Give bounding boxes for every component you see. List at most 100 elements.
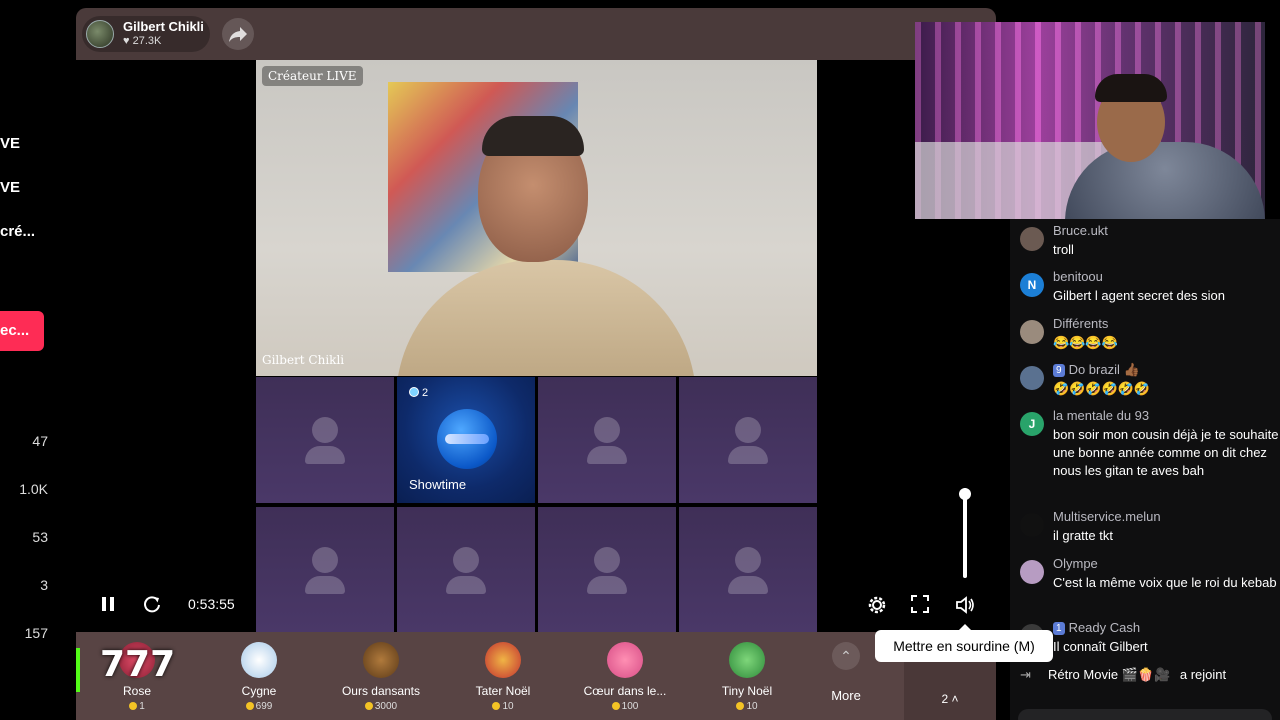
coin-icon <box>245 702 254 710</box>
chat-text: 😂😂😂😂 <box>1053 335 1118 350</box>
host-likes: ♥ 27.3K <box>123 35 161 47</box>
chat-avatar[interactable] <box>1020 560 1044 584</box>
person-silhouette-icon <box>728 446 768 464</box>
guest-slot-showtime[interactable]: 2 Showtime <box>397 377 535 503</box>
share-button[interactable] <box>222 18 254 50</box>
sidebar-action-button[interactable]: ec... <box>0 311 44 351</box>
guest-slot-empty[interactable] <box>679 377 817 503</box>
chat-avatar[interactable] <box>1020 513 1044 537</box>
person-silhouette-icon <box>735 417 761 443</box>
chat-username[interactable]: 9 Do brazil 👍🏾 <box>1053 362 1140 378</box>
chat-username-text: Olympe <box>1053 556 1098 571</box>
streamer-camera <box>915 22 1265 219</box>
pause-icon <box>102 597 114 611</box>
sidebar-line-1[interactable]: VE <box>0 135 20 152</box>
chevron-up-icon: ˄ <box>948 692 959 706</box>
volume-button[interactable] <box>954 594 976 622</box>
gift-price: 100 <box>570 701 680 712</box>
chat-text: 🤣🤣🤣🤣🤣🤣 <box>1053 381 1151 396</box>
guest-slot-empty[interactable] <box>256 507 394 633</box>
person-silhouette-icon <box>305 446 345 464</box>
gift-item[interactable]: Tiny Noël 10 <box>692 642 802 712</box>
cam-person-hair <box>1095 74 1167 102</box>
chat-username[interactable]: Olympe <box>1053 556 1098 571</box>
gift-price-value: 699 <box>255 701 273 712</box>
guest-badge-count: 2 <box>422 387 429 399</box>
level-badge: 1 <box>1053 622 1065 635</box>
chat-username[interactable]: 1 Ready Cash <box>1053 620 1140 635</box>
chat-username[interactable]: Multiservice.melun <box>1053 509 1161 524</box>
level-badge: 9 <box>1053 364 1065 377</box>
coins-count: 2 ˄ <box>904 692 996 706</box>
more-label: More <box>831 688 861 703</box>
chat-username-text: Ready Cash <box>1068 620 1141 635</box>
host-info[interactable]: Gilbert Chikli ♥ 27.3K <box>82 16 210 52</box>
chat-username[interactable]: Différents <box>1053 316 1108 331</box>
chat-avatar[interactable] <box>1020 227 1044 251</box>
gift-item[interactable]: Cygne 699 <box>204 642 314 712</box>
sidebar-line-2[interactable]: VE <box>0 179 20 196</box>
chat-username[interactable]: benitoou <box>1053 269 1103 284</box>
person-silhouette-icon <box>312 417 338 443</box>
person-silhouette-icon <box>587 576 627 594</box>
guest-slot-empty[interactable] <box>256 377 394 503</box>
chat-avatar[interactable] <box>1020 366 1044 390</box>
chat-avatar[interactable]: N <box>1020 273 1044 297</box>
guest-slot-empty[interactable] <box>397 507 535 633</box>
gear-icon <box>868 596 886 614</box>
gift-price: 699 <box>204 701 314 712</box>
gift-item[interactable]: Ours dansants 3000 <box>326 642 436 712</box>
chevron-up-icon: ⌃ <box>832 642 860 670</box>
chat-input[interactable] <box>1018 709 1272 720</box>
coin-icon <box>736 702 745 710</box>
volume-knob[interactable] <box>959 488 971 500</box>
chat-avatar[interactable] <box>1020 320 1044 344</box>
more-gifts-button[interactable]: ⌃ More <box>818 642 874 703</box>
chat-text: Il connaît Gilbert <box>1053 639 1148 654</box>
fullscreen-icon <box>911 595 929 613</box>
gift-name: Cœur dans le... <box>583 684 667 698</box>
heart-icon: ♥ <box>123 35 130 47</box>
chat-username-text: Do brazil 👍🏾 <box>1068 362 1140 377</box>
live-duration: 0:53:55 <box>188 596 235 612</box>
coin-icon <box>492 702 501 710</box>
settings-button[interactable] <box>866 594 888 622</box>
mute-tooltip: Mettre en sourdine (M) <box>875 624 1053 662</box>
share-arrow-icon <box>229 27 247 42</box>
gift-price: 1 <box>82 701 192 712</box>
guest-slot-empty[interactable] <box>538 377 676 503</box>
chat-text: bon soir mon cousin déjà je te souhaite … <box>1053 427 1279 478</box>
host-name[interactable]: Gilbert Chikli <box>123 19 204 34</box>
sidebar-count: 47 <box>32 433 48 449</box>
host-video: Créateur LIVE Gilbert Chikli <box>256 60 817 376</box>
gift-name: Rose <box>122 684 151 698</box>
sidebar-line-3[interactable]: cré... <box>0 223 35 240</box>
gift-item[interactable]: Tater Noël 10 <box>448 642 558 712</box>
pause-button[interactable] <box>98 594 118 620</box>
kick-logo: K <box>76 648 80 692</box>
host-likes-count: 27.3K <box>132 35 162 47</box>
chat-username[interactable]: Bruce.ukt <box>1053 223 1108 238</box>
guest-slot-empty[interactable] <box>679 507 817 633</box>
tiny-noel-icon <box>729 642 765 678</box>
gift-price-value: 10 <box>502 701 514 712</box>
person-silhouette-icon <box>594 547 620 573</box>
guest-grid: 2 Showtime <box>256 377 817 634</box>
refresh-button[interactable] <box>142 594 162 620</box>
guest-slot-empty[interactable] <box>538 507 676 633</box>
host-avatar[interactable] <box>86 20 114 48</box>
gift-name: Tiny Noël <box>721 684 773 698</box>
chat-avatar[interactable]: J <box>1020 412 1044 436</box>
guest-badge: 2 <box>409 387 428 399</box>
airship-icon <box>445 434 489 444</box>
fullscreen-button[interactable] <box>910 594 930 620</box>
join-icon: ⇥ <box>1020 667 1031 682</box>
join-user[interactable]: Rétro Movie 🎬🍿🎥 <box>1048 667 1170 682</box>
creator-live-tag: Créateur LIVE <box>262 66 363 86</box>
person-silhouette-icon <box>735 547 761 573</box>
chat-text: Gilbert l agent secret des sion <box>1053 288 1225 303</box>
volume-slider[interactable] <box>954 488 976 578</box>
gift-item[interactable]: Cœur dans le... 100 <box>570 642 680 712</box>
chat-username-text: Différents <box>1053 316 1109 331</box>
chat-username[interactable]: la mentale du 93 <box>1053 408 1149 423</box>
